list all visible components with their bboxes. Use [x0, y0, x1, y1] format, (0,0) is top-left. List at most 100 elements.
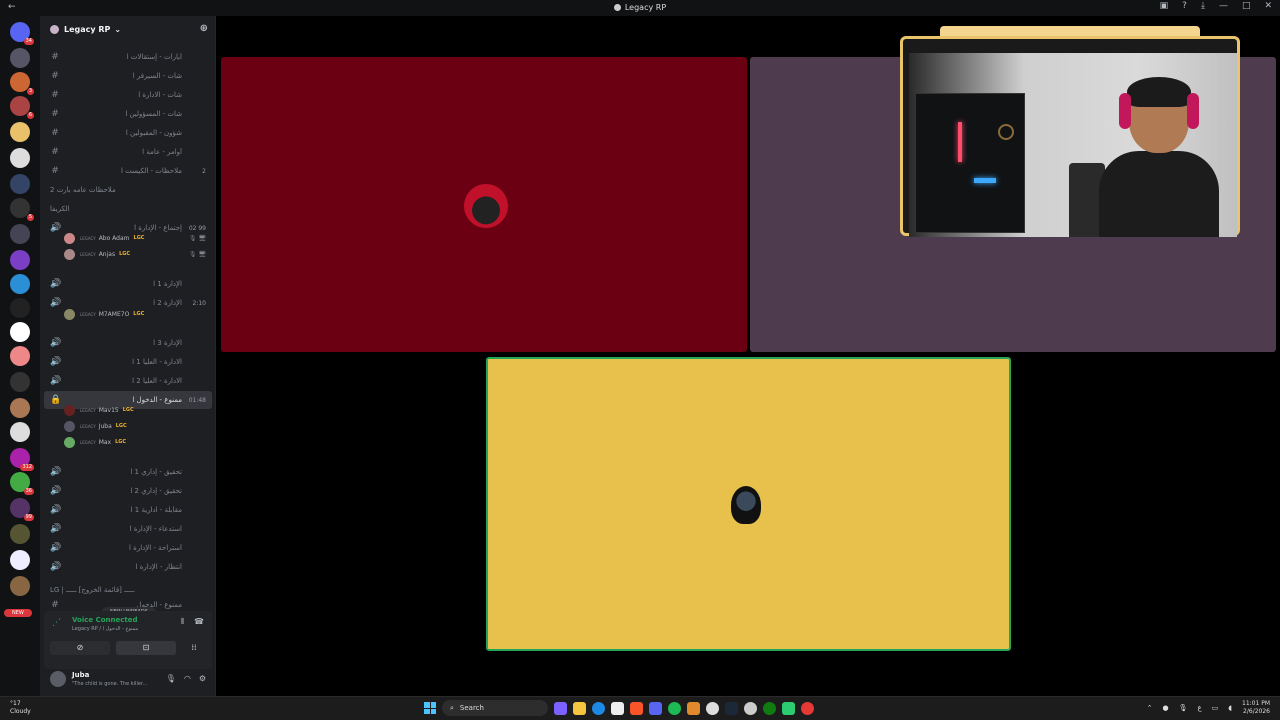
network-icon[interactable]: ▭: [1212, 704, 1219, 712]
channel-item[interactable]: 🔊 تحقيق - إداري 2 ا: [44, 482, 212, 500]
settings-gear-icon[interactable]: ⚙: [199, 674, 206, 683]
channel-item[interactable]: 🔊 الادارة - العليا 2 ا: [44, 372, 212, 390]
channel-item[interactable]: # ملاحظات - الكيست ا 2: [44, 162, 212, 180]
noise-suppression-icon[interactable]: ⦀: [181, 617, 185, 627]
legacy-rp-server-icon[interactable]: [10, 322, 30, 342]
app-icon[interactable]: [801, 701, 814, 715]
camera-button[interactable]: ⊘: [50, 641, 110, 655]
help-icon[interactable]: ?: [1182, 1, 1187, 11]
speaker-icon: 🔊: [50, 279, 62, 289]
voice-member[interactable]: LEGACY Mav15 LGC: [64, 402, 212, 418]
video-tile-yellow[interactable]: [486, 357, 1011, 651]
server-icon[interactable]: [10, 524, 30, 544]
volume-icon[interactable]: ◖: [1228, 704, 1232, 712]
thread-item[interactable]: الكريفا: [44, 200, 212, 218]
app-icon[interactable]: [744, 701, 757, 715]
store-icon[interactable]: [611, 701, 624, 715]
copilot-icon[interactable]: [554, 701, 567, 715]
weather-widget[interactable]: °17 Cloudy: [10, 700, 31, 716]
close-button[interactable]: ✕: [1264, 1, 1272, 11]
server-icon[interactable]: [10, 298, 30, 318]
edge-icon[interactable]: [592, 701, 605, 715]
spotify-icon[interactable]: [668, 701, 681, 715]
voice-member[interactable]: LEGACY Max LGC: [64, 434, 212, 450]
channel-item[interactable]: 🔊 أنتظار - الإدارة ا: [44, 558, 212, 576]
channel-item[interactable]: 🔊 الإدارة 1 ا: [44, 275, 212, 293]
voice-status[interactable]: Voice Connected: [72, 616, 138, 624]
server-icon[interactable]: [10, 550, 30, 570]
server-icon[interactable]: [10, 122, 30, 142]
steam-icon[interactable]: [725, 701, 738, 715]
thread-item[interactable]: ملاحظات عامه بارت 2: [44, 181, 212, 199]
avatar[interactable]: [50, 671, 66, 687]
app-icon[interactable]: [687, 701, 700, 715]
server-icon[interactable]: 3: [10, 72, 34, 95]
language-icon[interactable]: ع: [1197, 704, 1201, 712]
channel-item[interactable]: 🔊 أستراحة - الإدارة ا: [44, 539, 212, 557]
speaker-icon: 🔊: [50, 223, 62, 233]
voice-member[interactable]: LEGACY Abo Adam LGC 🎙 🖥: [64, 230, 212, 246]
hash-icon: #: [51, 600, 59, 610]
voice-member[interactable]: LEGACY Anjas LGC 🎙 🖥: [64, 246, 212, 262]
file-explorer-icon[interactable]: [573, 701, 586, 715]
disconnect-icon[interactable]: ☎: [194, 617, 204, 627]
server-icon[interactable]: [10, 398, 30, 418]
channel-label: الكريفا: [50, 205, 70, 213]
server-icon[interactable]: 36: [10, 472, 34, 495]
download-icon[interactable]: ⤓: [1201, 1, 1205, 11]
start-button[interactable]: [424, 702, 436, 714]
channel-item[interactable]: # شات - السيرفر ا: [44, 67, 212, 85]
server-icon[interactable]: [10, 148, 30, 168]
server-icon[interactable]: [10, 576, 30, 596]
home-button[interactable]: 34: [10, 22, 34, 45]
inbox-icon[interactable]: ▣: [1160, 1, 1169, 11]
clock[interactable]: 11:01 PM 2/6/2026: [1242, 700, 1270, 716]
signal-icon[interactable]: ⋰: [52, 618, 61, 628]
channel-item[interactable]: 🔊 الإدارة 3 ا: [44, 334, 212, 352]
username[interactable]: Juba: [72, 671, 89, 679]
channel-item[interactable]: # شؤون - المقبولين ا: [44, 124, 212, 142]
server-header[interactable]: Legacy RP ⌄ ⊕: [40, 16, 216, 42]
server-icon[interactable]: [10, 224, 30, 244]
headphones-icon[interactable]: ◠: [184, 674, 191, 683]
server-icon[interactable]: [10, 174, 30, 194]
video-tile-red[interactable]: [221, 57, 747, 352]
channel-item[interactable]: # شات - المسؤولين ا: [44, 105, 212, 123]
server-icon[interactable]: [10, 372, 30, 392]
server-icon[interactable]: 99: [10, 498, 34, 521]
app-icon[interactable]: [706, 701, 719, 715]
maximize-button[interactable]: □: [1242, 1, 1251, 11]
channel-item[interactable]: 🔊 استدعاء - الإدارة ا: [44, 520, 212, 538]
channel-item[interactable]: # شات - الادارة ا: [44, 86, 212, 104]
taskbar-search[interactable]: ⌕ Search: [442, 700, 548, 716]
app-icon[interactable]: [782, 701, 795, 715]
server-icon[interactable]: 6: [10, 96, 34, 119]
server-icon[interactable]: [10, 422, 30, 442]
channel-item[interactable]: 🔊 مقابلة - ادارية 1 ا: [44, 501, 212, 519]
channel-item[interactable]: # أيارات - إستقالات ا: [44, 48, 212, 66]
server-icon[interactable]: [10, 48, 30, 68]
channel-item[interactable]: 🔊 تحقيق - إداري 1 ا: [44, 463, 212, 481]
server-icon[interactable]: 312: [10, 448, 34, 471]
xbox-icon[interactable]: [763, 701, 776, 715]
server-icon[interactable]: [10, 346, 30, 366]
microphone-icon[interactable]: 🎙: [166, 674, 176, 683]
chevron-up-icon[interactable]: ⌃: [1147, 704, 1153, 712]
tray-app-icon[interactable]: ●: [1162, 704, 1168, 712]
voice-member[interactable]: LEGACY Juba LGC: [64, 418, 212, 434]
server-icon[interactable]: 5: [10, 198, 34, 221]
server-icon[interactable]: [10, 274, 30, 294]
brave-icon[interactable]: [630, 701, 643, 715]
voice-member[interactable]: LEGACY M7AME7O LGC: [64, 306, 212, 322]
channel-item[interactable]: 🔊 الادارة - العليا 1 ا: [44, 353, 212, 371]
screen-share-button[interactable]: ⊡: [116, 641, 176, 655]
server-icon[interactable]: [10, 250, 30, 270]
channel-item[interactable]: # أوامر - عامة ا: [44, 143, 212, 161]
voice-location[interactable]: ممنوع - الدخول ا / Legacy RP: [72, 626, 138, 632]
discord-icon[interactable]: [649, 701, 662, 715]
activities-button[interactable]: ⁞⁞: [182, 641, 206, 655]
invite-people-icon[interactable]: ⊕: [200, 23, 208, 34]
new-pill[interactable]: NEW: [4, 609, 32, 617]
minimize-button[interactable]: —: [1219, 1, 1228, 11]
mic-tray-icon[interactable]: 🎙: [1179, 704, 1188, 712]
